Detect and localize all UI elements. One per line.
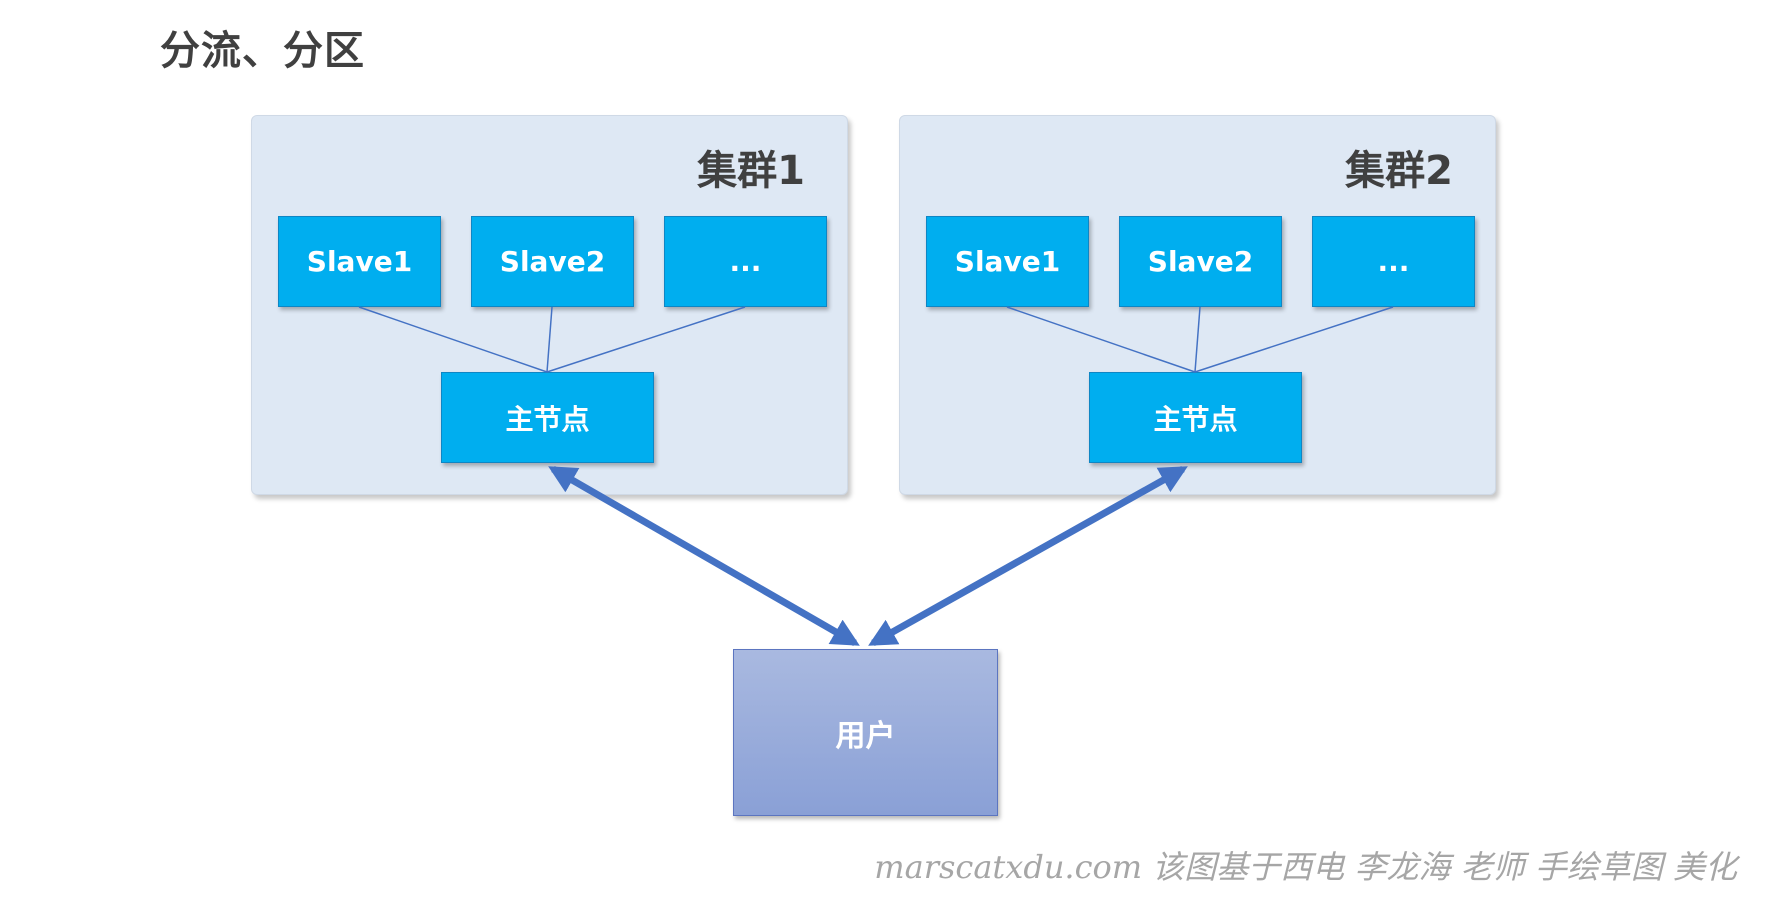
user-node: 用户 [733, 649, 998, 816]
cluster-2-slave-1: Slave1 [926, 216, 1089, 307]
cluster-2-master-node: 主节点 [1089, 372, 1302, 463]
cluster-1-label: 集群1 [697, 148, 805, 194]
cluster-2-slave-2: Slave2 [1119, 216, 1282, 307]
arrow-master-1-user [548, 465, 860, 647]
cluster-1-master-node: 主节点 [441, 372, 654, 463]
cluster-1-slave-2: Slave2 [471, 216, 634, 307]
page-title: 分流、分区 [160, 28, 365, 74]
arrow-master-2-user [868, 465, 1188, 647]
attribution-caption: marscatxdu.com 该图基于西电 李龙海 老师 手绘草图 美化 [874, 848, 1737, 886]
cluster-2-slave-more: ... [1312, 216, 1475, 307]
cluster-1-slave-1: Slave1 [278, 216, 441, 307]
cluster-1-slave-more: ... [664, 216, 827, 307]
cluster-2-label: 集群2 [1345, 148, 1453, 194]
